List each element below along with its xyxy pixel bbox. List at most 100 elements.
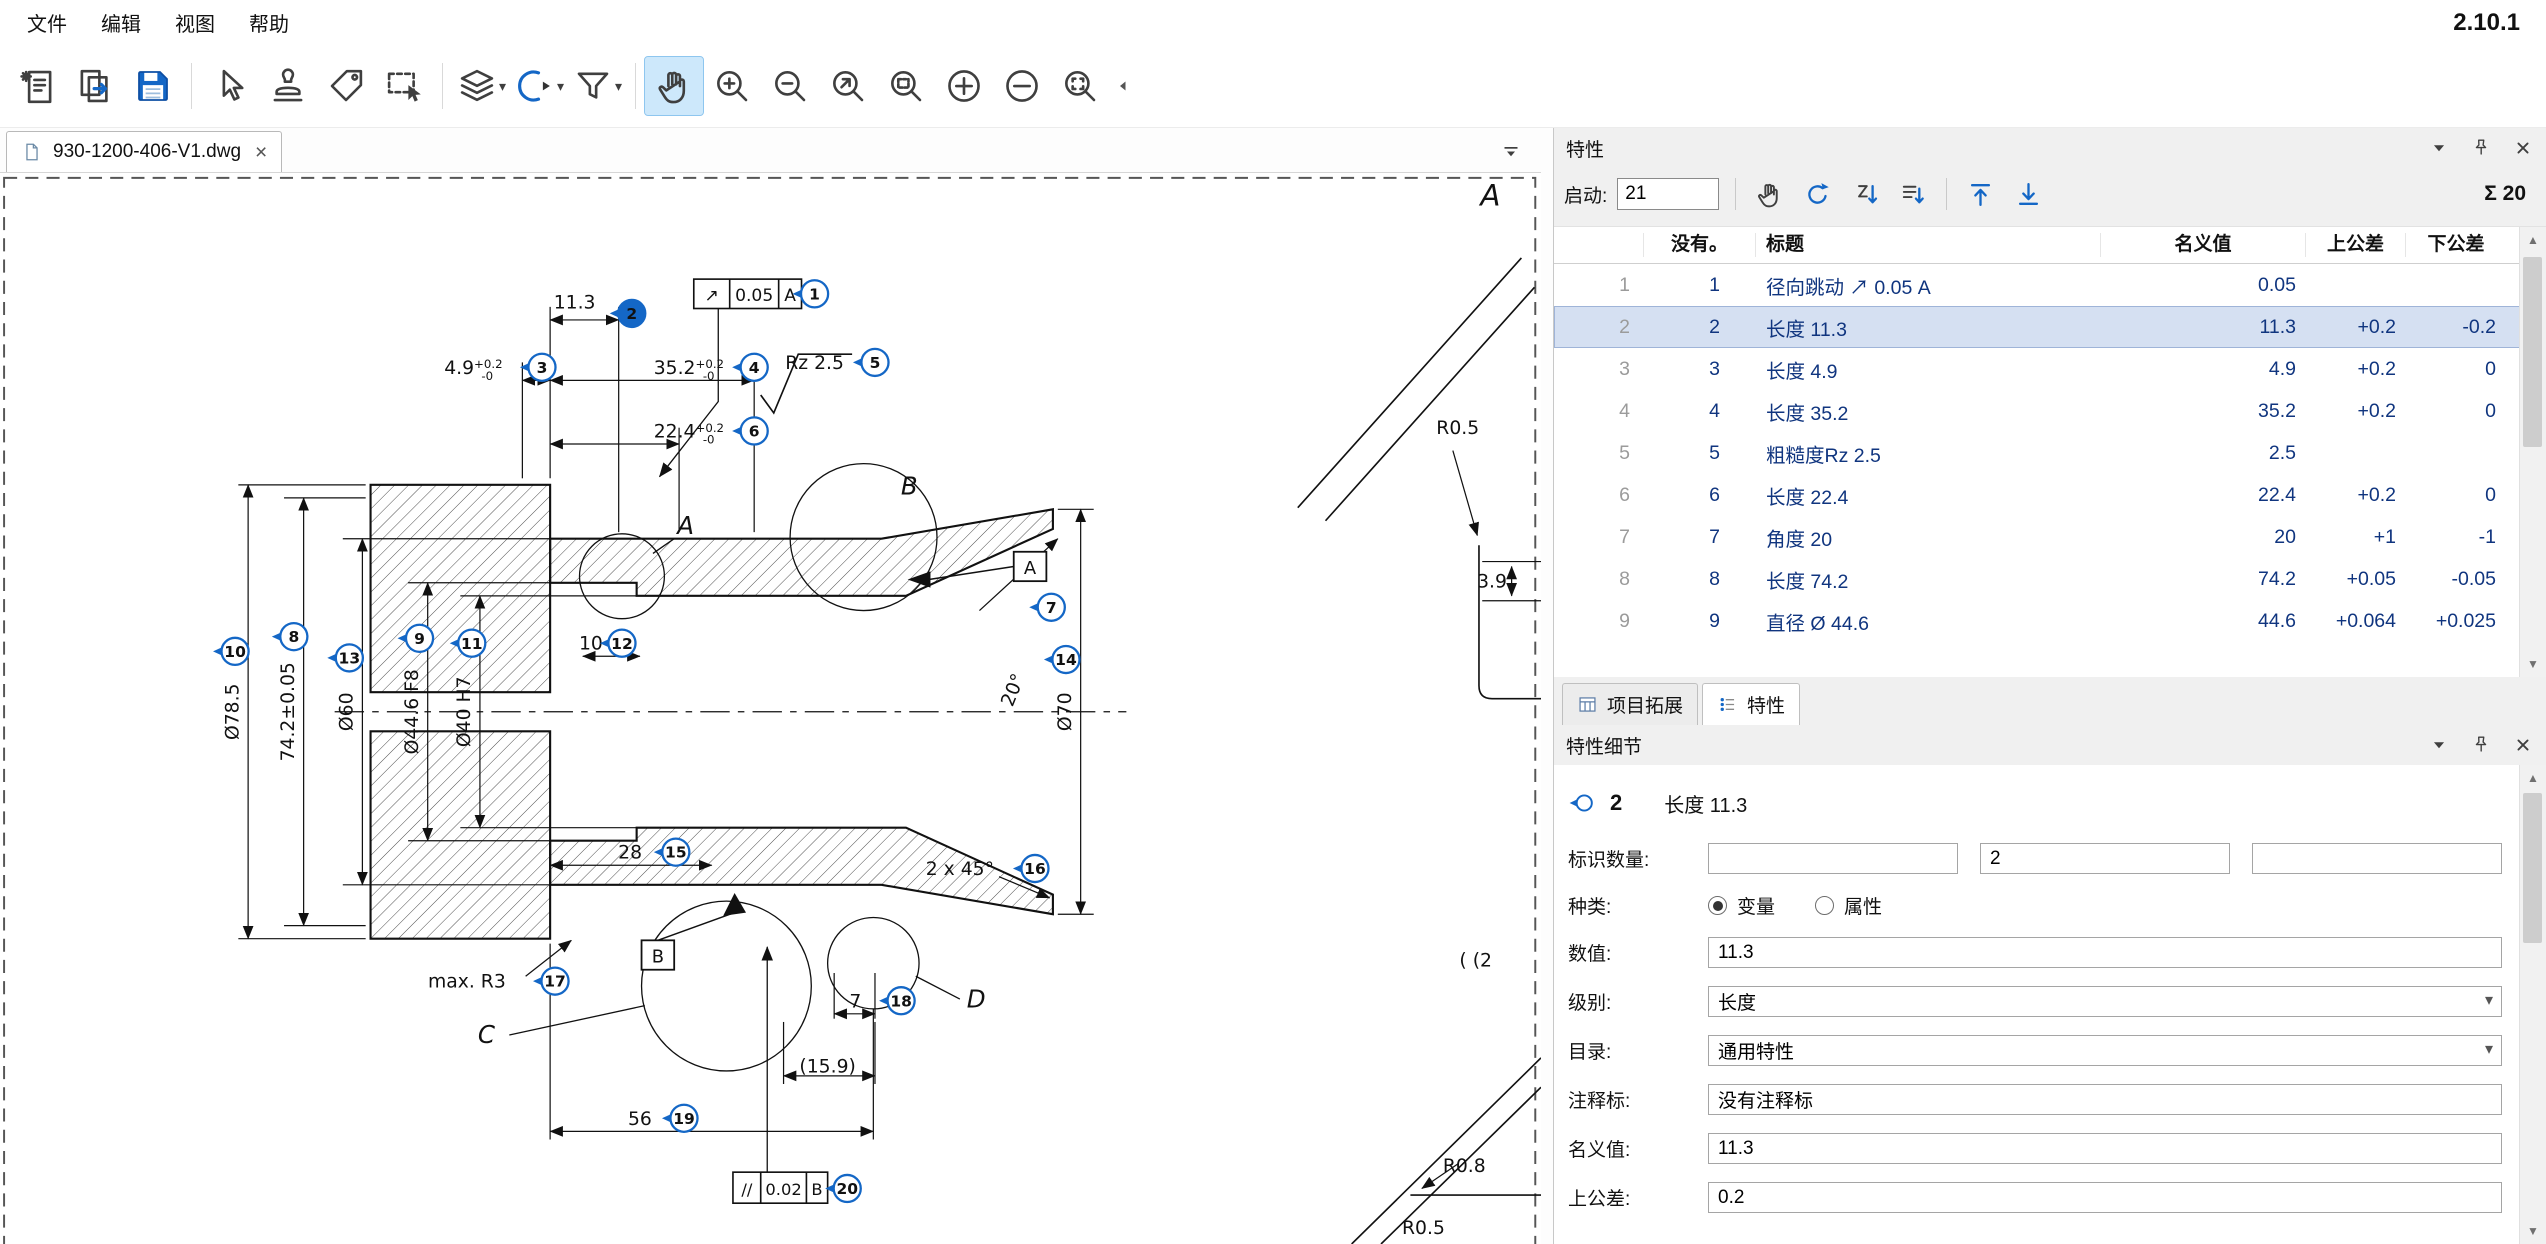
- scrollbar-thumb[interactable]: [2523, 793, 2542, 943]
- menu-help[interactable]: 帮助: [232, 3, 306, 42]
- balloon-10[interactable]: 10: [213, 638, 249, 665]
- balloon-6[interactable]: 6: [732, 417, 768, 444]
- balloon-7[interactable]: 7: [1029, 594, 1065, 621]
- balloon-3[interactable]: 3: [520, 354, 556, 381]
- scroll-up-button[interactable]: ▲: [2520, 765, 2546, 791]
- annotation-input[interactable]: [1708, 1084, 2502, 1115]
- balloon-14[interactable]: 14: [1044, 646, 1080, 673]
- table-row[interactable]: 99直径 Ø 44.644.6+0.064+0.025: [1554, 600, 2520, 642]
- svg-text:4: 4: [749, 359, 760, 377]
- marquee-tool-button[interactable]: [375, 57, 433, 115]
- table-row[interactable]: 55粗糙度Rz 2.52.5: [1554, 432, 2520, 474]
- chevron-down-icon[interactable]: [2428, 137, 2450, 159]
- nominal-input[interactable]: [1708, 1133, 2502, 1164]
- contrast-button[interactable]: ▾: [510, 57, 568, 115]
- select-tool-button[interactable]: [201, 57, 259, 115]
- dropdown-chevron-icon[interactable]: ▾: [557, 78, 564, 95]
- level-value[interactable]: [1708, 986, 2502, 1017]
- zoom-out-button[interactable]: [761, 57, 819, 115]
- circle-plus-button[interactable]: [935, 57, 993, 115]
- id-count-input-2[interactable]: [1980, 843, 2230, 874]
- pin-icon[interactable]: [2470, 734, 2492, 756]
- balloon-5[interactable]: 5: [853, 349, 889, 376]
- pin-icon[interactable]: [2470, 137, 2492, 159]
- close-icon[interactable]: [2512, 137, 2534, 159]
- panel-tab-project[interactable]: 项目拓展: [1562, 683, 1698, 725]
- table-row[interactable]: 11径向跳动 ↗ 0.05 A0.05: [1554, 264, 2520, 306]
- zoom-fit-icon: [827, 65, 869, 107]
- move-bottom-button[interactable]: [2007, 173, 2049, 215]
- balloon-4[interactable]: 4: [732, 354, 768, 381]
- balloon-12[interactable]: 12: [600, 630, 636, 657]
- renumber-button[interactable]: [1796, 173, 1838, 215]
- zoom-region-button[interactable]: [1051, 57, 1109, 115]
- splitter[interactable]: [1541, 128, 1553, 1244]
- value-input[interactable]: [1708, 937, 2502, 968]
- drawing-canvas[interactable]: ↗0.05A//0.02B AB 11.34.9+0.2-035.2+0.2-0…: [0, 173, 1541, 1244]
- stamp-tool-button[interactable]: [259, 57, 317, 115]
- sequence-button[interactable]: [1892, 173, 1934, 215]
- drawing-viewport[interactable]: ↗0.05A//0.02B AB 11.34.9+0.2-035.2+0.2-0…: [0, 173, 1541, 1244]
- scrollbar-thumb[interactable]: [2523, 257, 2542, 447]
- table-row[interactable]: 22长度 11.311.3+0.2-0.2: [1554, 306, 2520, 348]
- chevron-down-icon[interactable]: [2428, 734, 2450, 756]
- balloon-17[interactable]: 17: [533, 968, 569, 995]
- scroll-down-button[interactable]: ▼: [2520, 1218, 2546, 1244]
- scroll-down-button[interactable]: ▼: [2520, 651, 2546, 677]
- collapse-button[interactable]: [1109, 57, 1137, 115]
- circle-minus-button[interactable]: [993, 57, 1051, 115]
- table-row[interactable]: 33长度 4.94.9+0.20: [1554, 348, 2520, 390]
- upper-tolerance-input[interactable]: [1708, 1182, 2502, 1213]
- document-tab[interactable]: 930-1200-406-V1.dwg ×: [6, 131, 282, 172]
- new-document-button[interactable]: [8, 57, 66, 115]
- save-button[interactable]: [124, 57, 182, 115]
- grab-button[interactable]: [1748, 173, 1790, 215]
- pan-tool-button[interactable]: [645, 57, 703, 115]
- zoom-window-button[interactable]: [877, 57, 935, 115]
- table-row[interactable]: 77角度 2020+1-1: [1554, 516, 2520, 558]
- svg-text:3: 3: [537, 359, 548, 377]
- zoom-fit-button[interactable]: [819, 57, 877, 115]
- chevron-down-icon[interactable]: ▾: [2485, 1039, 2493, 1059]
- category-value[interactable]: [1708, 1035, 2502, 1066]
- balloon-19[interactable]: 19: [662, 1105, 698, 1132]
- menu-file[interactable]: 文件: [10, 3, 84, 42]
- id-count-input-1[interactable]: [1708, 843, 1958, 874]
- dropdown-chevron-icon[interactable]: ▾: [499, 78, 506, 95]
- zoom-in-button[interactable]: [703, 57, 761, 115]
- dropdown-chevron-icon[interactable]: ▾: [615, 78, 622, 95]
- open-document-button[interactable]: [66, 57, 124, 115]
- tab-list-button[interactable]: [1499, 138, 1523, 162]
- chevron-down-icon[interactable]: ▾: [2485, 990, 2493, 1010]
- sort-z-button[interactable]: [1844, 173, 1886, 215]
- menu-edit[interactable]: 编辑: [84, 3, 158, 42]
- balloon-18[interactable]: 18: [879, 987, 915, 1014]
- balloon-2[interactable]: 2: [610, 300, 646, 327]
- id-count-input-3[interactable]: [2252, 843, 2502, 874]
- balloon-8[interactable]: 8: [272, 623, 308, 650]
- radio-icon[interactable]: [1708, 896, 1727, 915]
- radio-icon[interactable]: [1815, 896, 1834, 915]
- menu-view[interactable]: 视图: [158, 3, 232, 42]
- balloon-20[interactable]: 20: [825, 1175, 861, 1202]
- radio-kind-option[interactable]: 属性: [1815, 892, 1882, 919]
- tag-tool-button[interactable]: [317, 57, 375, 115]
- filter-button[interactable]: ▾: [568, 57, 626, 115]
- category-select[interactable]: ▾: [1708, 1035, 2502, 1066]
- move-top-button[interactable]: [1959, 173, 2001, 215]
- table-row[interactable]: 88长度 74.274.2+0.05-0.05: [1554, 558, 2520, 600]
- details-scrollbar[interactable]: ▲ ▼: [2519, 765, 2546, 1244]
- radio-kind-option[interactable]: 变量: [1708, 892, 1775, 919]
- details-panel-header: 特性细节: [1554, 725, 2546, 765]
- table-row[interactable]: 66长度 22.422.4+0.20: [1554, 474, 2520, 516]
- panel-tab-characteristics[interactable]: 特性: [1702, 683, 1800, 725]
- close-tab-button[interactable]: ×: [251, 142, 267, 163]
- table-scrollbar[interactable]: ▲ ▼: [2519, 227, 2546, 677]
- table-row[interactable]: 44长度 35.235.2+0.20: [1554, 390, 2520, 432]
- level-select[interactable]: ▾: [1708, 986, 2502, 1017]
- scroll-up-button[interactable]: ▲: [2520, 227, 2546, 253]
- start-number-input[interactable]: [1617, 178, 1719, 210]
- layers-button[interactable]: ▾: [452, 57, 510, 115]
- close-icon[interactable]: [2512, 734, 2534, 756]
- balloon-13[interactable]: 13: [327, 644, 363, 671]
